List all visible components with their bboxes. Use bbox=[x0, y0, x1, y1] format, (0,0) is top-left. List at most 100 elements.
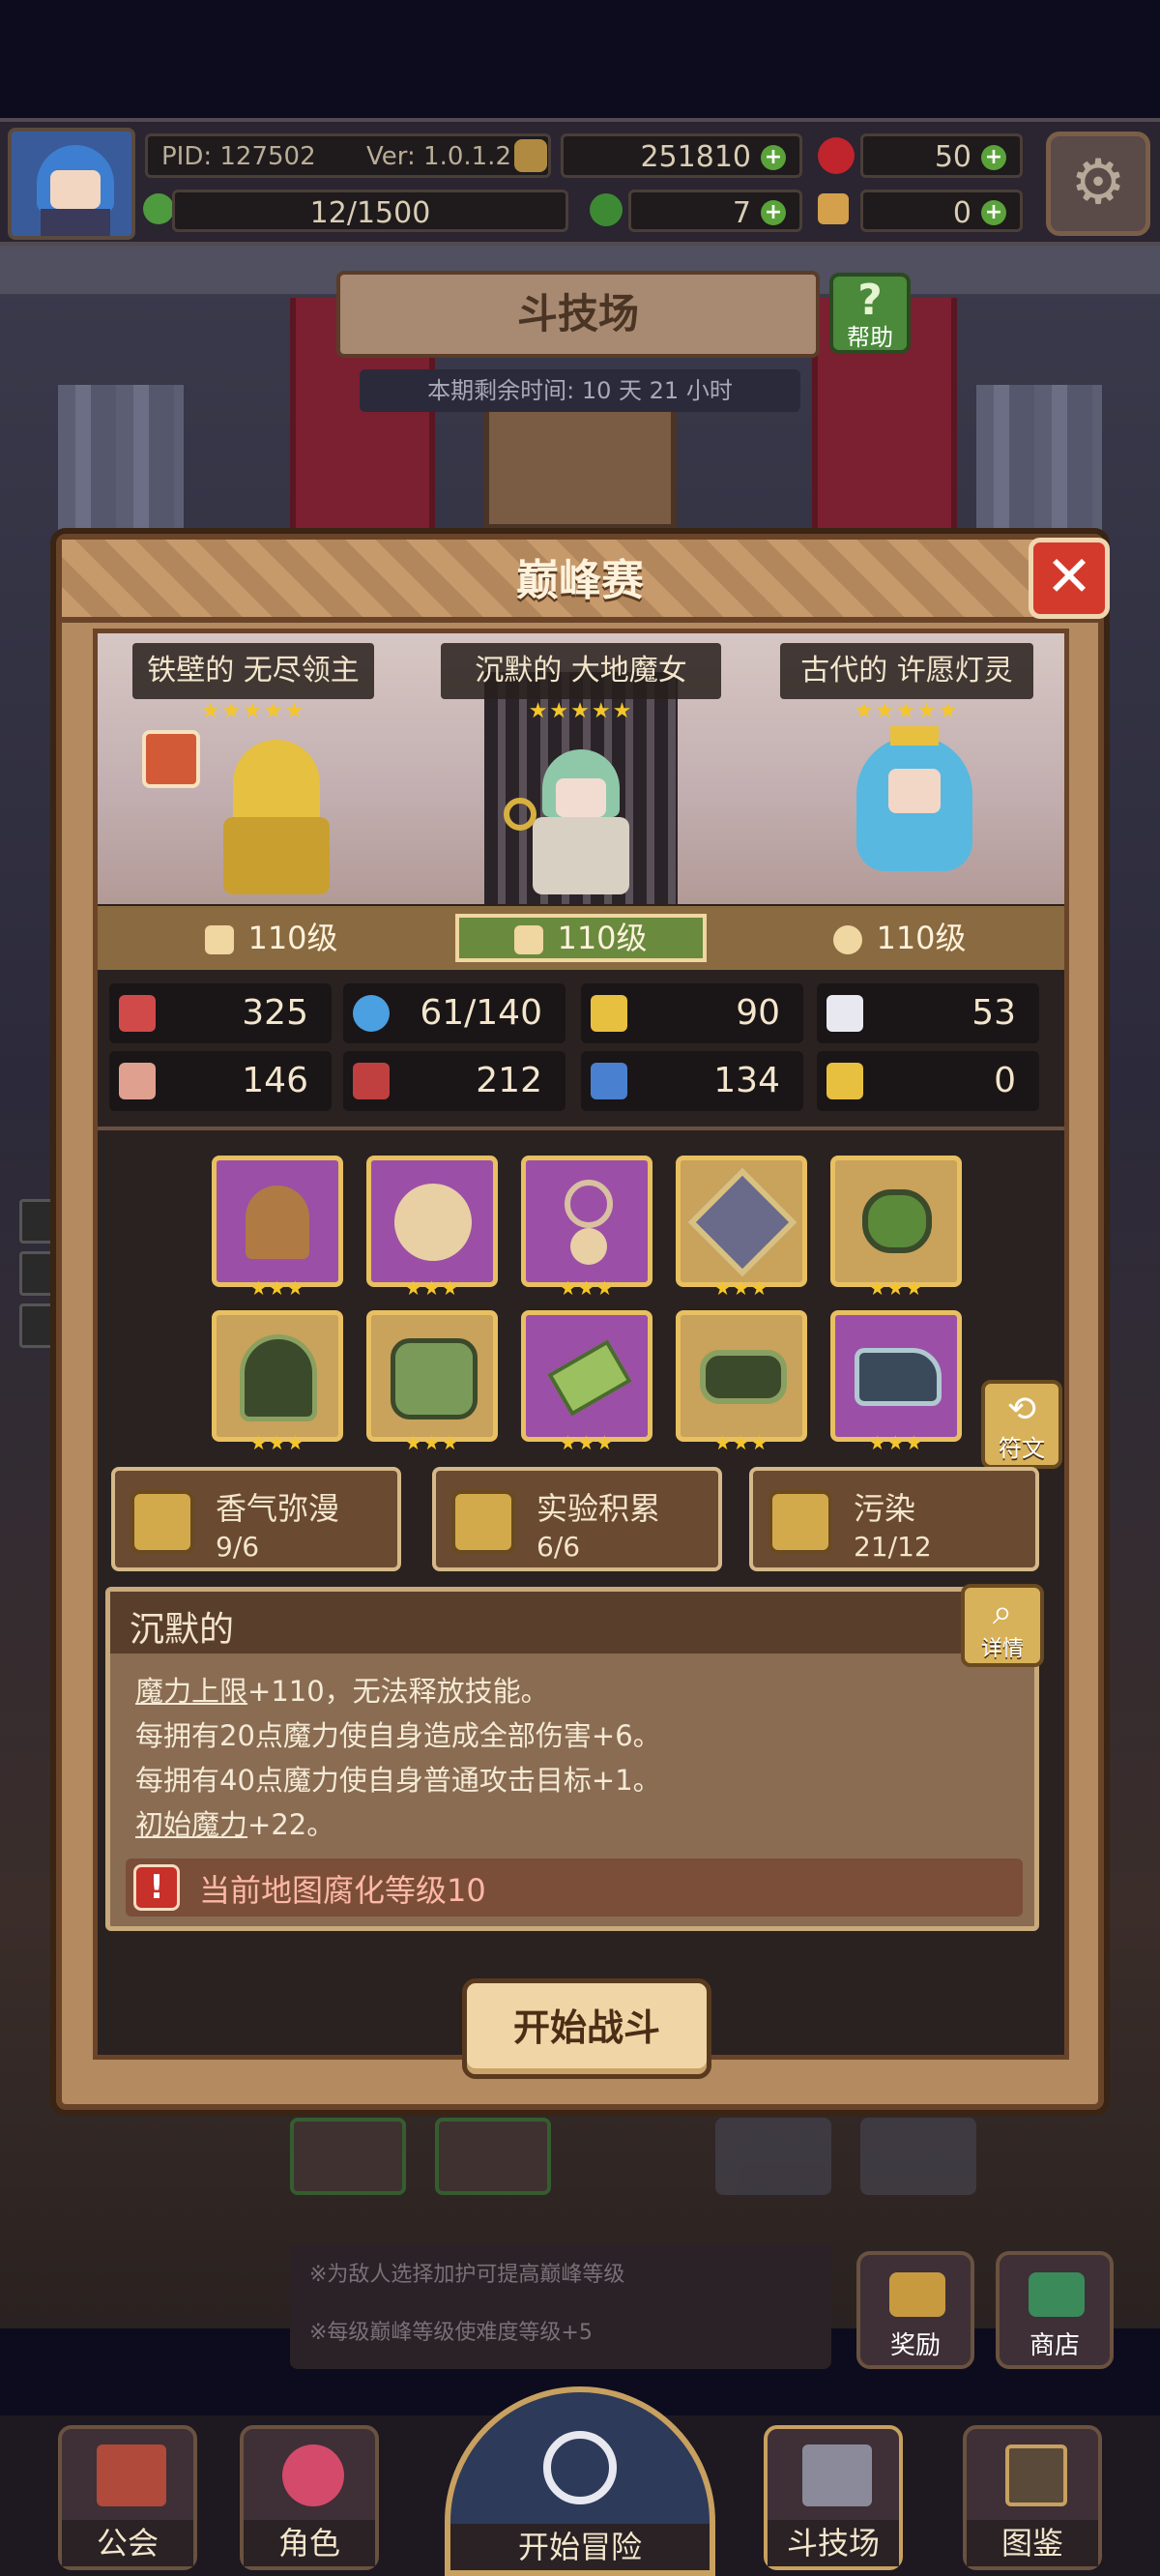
hero-1-level: 110级 bbox=[185, 906, 359, 970]
equipment-slot[interactable]: ★★★ bbox=[676, 1156, 807, 1300]
armor-icon bbox=[391, 1338, 478, 1420]
nav-character[interactable]: 角色 bbox=[240, 2425, 379, 2570]
green-ring-icon bbox=[862, 1189, 932, 1253]
nav-arena[interactable]: 斗技场 bbox=[764, 2425, 903, 2570]
belt-icon bbox=[700, 1350, 787, 1404]
peak-match-dialog: 巅峰赛 ✕ 铁壁的 无尽领主 ★★★★★ 沉默的 大地魔女 ★★★★★ 古代的 … bbox=[56, 534, 1110, 2110]
trait-badge-icon bbox=[451, 1490, 515, 1554]
shop-button[interactable]: 商店 bbox=[996, 2251, 1114, 2369]
boot-icon bbox=[591, 1063, 627, 1099]
hero-card-3[interactable]: 古代的 许愿灯灵 ★★★★★ bbox=[780, 643, 1033, 723]
dialog-title: 巅峰赛 bbox=[516, 556, 644, 605]
golden-knight-sprite bbox=[214, 740, 339, 894]
staff-icon bbox=[246, 1186, 309, 1259]
help-button[interactable]: ? 帮助 bbox=[829, 273, 911, 354]
equipment-slot[interactable]: ★★★ bbox=[521, 1310, 652, 1454]
dialog-content: 铁壁的 无尽领主 ★★★★★ 沉默的 大地魔女 ★★★★★ 古代的 许愿灯灵 ★… bbox=[93, 629, 1069, 2060]
max-mana-link[interactable]: 魔力上限 bbox=[135, 1675, 247, 1708]
hero-level-row: 110级 110级 110级 bbox=[98, 906, 1064, 970]
crystal-ring-icon bbox=[687, 1167, 798, 1277]
initial-mana-link[interactable]: 初始魔力 bbox=[135, 1808, 247, 1841]
character-icon bbox=[282, 2444, 344, 2506]
description-header: 沉默的 bbox=[110, 1592, 1034, 1654]
player-avatar[interactable] bbox=[8, 128, 135, 240]
exp-panel: 12/1500 bbox=[172, 190, 568, 232]
settings-gear-icon[interactable]: ⚙ bbox=[1046, 132, 1150, 236]
hero-stars: ★★★★★ bbox=[200, 699, 306, 723]
gem-value: 50 bbox=[934, 140, 972, 174]
shield-icon bbox=[591, 995, 627, 1032]
add-gem-button[interactable]: + bbox=[981, 145, 1006, 170]
arena-title: 斗技场 bbox=[516, 290, 639, 337]
nav-codex[interactable]: 图鉴 bbox=[963, 2425, 1102, 2570]
detail-label: 详情 bbox=[980, 1637, 1024, 1661]
hero-stars: ★★★★★ bbox=[854, 699, 960, 723]
stat-mana: 61/140 bbox=[343, 983, 566, 1043]
magnifier-icon bbox=[543, 2431, 617, 2504]
hero-card-2[interactable]: 沉默的 大地魔女 ★★★★★ bbox=[441, 643, 721, 723]
boots-icon bbox=[855, 1348, 942, 1406]
pid-label: PID: 127502 bbox=[161, 142, 316, 171]
trait-card[interactable]: 实验积累 6/6 bbox=[432, 1467, 722, 1571]
rules-notes: ※为敌人选择加护可提高巅峰等级 ※每级巅峰等级使难度等级+5 bbox=[290, 2243, 831, 2369]
equipment-slot[interactable]: ★★★ bbox=[366, 1156, 498, 1300]
start-battle-button[interactable]: 开始战斗 bbox=[462, 1978, 711, 2079]
description-text: 魔力上限+110，无法释放技能。 每拥有20点魔力使自身造成全部伤害+6。 每拥… bbox=[135, 1675, 661, 1841]
hero-lineup: 铁壁的 无尽领主 ★★★★★ 沉默的 大地魔女 ★★★★★ 古代的 许愿灯灵 ★… bbox=[98, 633, 1064, 904]
stat-magic: 212 bbox=[343, 1051, 566, 1111]
key-panel: 0 + bbox=[860, 190, 1023, 232]
orb-icon bbox=[833, 925, 863, 954]
trait-badge-icon bbox=[130, 1490, 194, 1554]
description-title: 沉默的 bbox=[130, 1610, 235, 1650]
close-icon: ✕ bbox=[1045, 543, 1093, 609]
equipment-slot[interactable]: ★★★ bbox=[521, 1156, 652, 1300]
nav-start-adventure[interactable]: 开始冒险 bbox=[445, 2386, 715, 2576]
close-button[interactable]: ✕ bbox=[1029, 538, 1110, 619]
stat-agility: 134 bbox=[581, 1051, 803, 1111]
shop-label: 商店 bbox=[1029, 2331, 1080, 2360]
wand-icon bbox=[514, 925, 544, 954]
detail-button[interactable]: ⌕ 详情 bbox=[961, 1584, 1044, 1667]
rune-button[interactable]: ⟲ 符文 bbox=[981, 1380, 1062, 1469]
key-icon bbox=[818, 193, 849, 224]
help-label: 帮助 bbox=[847, 324, 893, 351]
equipment-slot[interactable]: ★★★ bbox=[212, 1310, 343, 1454]
add-clover-button[interactable]: + bbox=[761, 200, 786, 225]
horseshoe-icon bbox=[826, 1063, 863, 1099]
trait-card[interactable]: 污染 21/12 bbox=[749, 1467, 1039, 1571]
amulet-icon bbox=[565, 1180, 613, 1228]
equipment-slot[interactable]: ★★★ bbox=[366, 1310, 498, 1454]
rule-note-1: ※为敌人选择加护可提高巅峰等级 bbox=[309, 2263, 625, 2287]
hero-name: 沉默的 大地魔女 bbox=[441, 643, 721, 699]
add-gold-button[interactable]: + bbox=[761, 145, 786, 170]
shop-icon bbox=[1029, 2272, 1085, 2317]
gem-panel: 50 + bbox=[860, 133, 1023, 178]
reward-button[interactable]: 奖励 bbox=[856, 2251, 974, 2369]
helmet-icon bbox=[240, 1334, 317, 1421]
spellbook-icon bbox=[353, 1063, 390, 1099]
equipment-slot[interactable]: ★★★ bbox=[830, 1310, 962, 1454]
corruption-warning: ! 当前地图腐化等级10 bbox=[126, 1859, 1023, 1917]
equipment-slot[interactable]: ★★★ bbox=[676, 1310, 807, 1454]
hero-stars: ★★★★★ bbox=[528, 699, 634, 723]
top-status-bar: PID: 127502 Ver: 1.0.1.2 251810 + 50 + ⚙… bbox=[0, 118, 1160, 246]
chest-icon bbox=[889, 2272, 945, 2317]
nav-guild[interactable]: 公会 bbox=[58, 2425, 197, 2570]
hero-card-1[interactable]: 铁壁的 无尽领主 ★★★★★ bbox=[132, 643, 374, 723]
key-value: 0 bbox=[952, 196, 972, 230]
equipment-slot[interactable]: ★★★ bbox=[212, 1156, 343, 1300]
earth-witch-sprite bbox=[504, 749, 649, 894]
rune-label: 符文 bbox=[999, 1435, 1045, 1462]
divider bbox=[98, 1127, 1064, 1130]
stat-speed: 53 bbox=[817, 983, 1039, 1043]
gold-panel: 251810 + bbox=[561, 133, 802, 178]
gold-value: 251810 bbox=[640, 140, 751, 174]
rune-swap-icon: ⟲ bbox=[1006, 1390, 1037, 1429]
hero-2-level: 110级 bbox=[484, 906, 678, 970]
hero-name: 古代的 许愿灯灵 bbox=[780, 643, 1033, 699]
equipment-slot[interactable]: ★★★ bbox=[830, 1156, 962, 1300]
exp-clover-icon bbox=[143, 193, 174, 224]
trait-card[interactable]: 香气弥漫 9/6 bbox=[111, 1467, 401, 1571]
reward-label: 奖励 bbox=[889, 2331, 941, 2360]
add-key-button[interactable]: + bbox=[981, 200, 1006, 225]
